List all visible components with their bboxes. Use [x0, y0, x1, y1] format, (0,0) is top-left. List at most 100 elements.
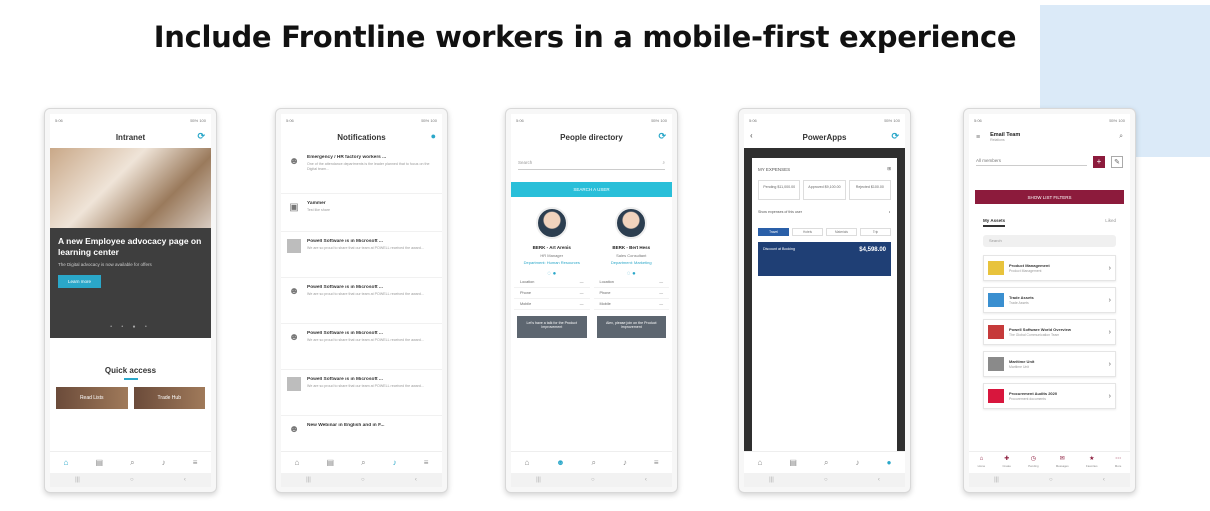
home-button-icon[interactable]: ○ — [1049, 477, 1053, 483]
news-icon[interactable]: ▤ — [789, 458, 797, 467]
back-icon[interactable]: ‹ — [1103, 477, 1105, 483]
phone-screen: 5:06 55% 100 ‹ PowerApps ⟳ MY EXPENSES ⊞… — [744, 114, 905, 487]
tab-my-assets[interactable]: My Assets — [983, 218, 1006, 227]
notification-item[interactable]: ▣ Yammer Test like share — [281, 194, 442, 232]
home-button-icon[interactable]: ○ — [361, 477, 365, 483]
info-label: Location — [599, 280, 614, 284]
back-icon[interactable]: ‹ — [878, 477, 880, 483]
hero-title: A new Employee advocacy page on learning… — [58, 236, 202, 257]
tab-trip[interactable]: Trip — [860, 228, 891, 236]
tab-liked[interactable]: Liked — [1105, 218, 1116, 227]
people-icon[interactable]: ☻ — [556, 458, 564, 467]
back-arrow-icon[interactable]: ‹ — [750, 131, 753, 140]
search-icon[interactable]: ⌕ — [592, 458, 596, 468]
list-item[interactable]: Product Management Product Management › — [983, 255, 1116, 281]
home-icon[interactable]: ⌂ — [758, 458, 763, 467]
notification-item[interactable]: ☻ Powell Software is in Microsoft ... We… — [281, 324, 442, 370]
person-department[interactable]: Department: Marketing — [594, 260, 670, 265]
menu-icon[interactable]: ≡ — [424, 458, 429, 467]
refresh-icon[interactable]: ⟳ — [197, 131, 205, 142]
notifications-icon[interactable]: ♪ — [856, 458, 860, 467]
nav-create[interactable]: ✚ Create — [1003, 456, 1011, 470]
back-icon[interactable]: ‹ — [415, 477, 417, 483]
quick-access-tile[interactable]: Read Lists — [56, 387, 128, 409]
search-icon[interactable]: ⌕ — [361, 458, 365, 468]
refresh-icon[interactable]: ⟳ — [891, 131, 899, 142]
tab-travel[interactable]: Travel — [758, 228, 789, 236]
notification-item[interactable]: Powell Software is in Microsoft ... We a… — [281, 232, 442, 278]
apps-icon[interactable]: ● — [887, 458, 892, 467]
quick-access-tile[interactable]: Trade Hub — [133, 387, 205, 409]
filter-row[interactable]: Show expenses of this user ◐ — [752, 204, 897, 218]
nav-more[interactable]: ⋯ More — [1115, 456, 1121, 470]
news-carousel[interactable]: A new Employee advocacy page on learning… — [50, 148, 211, 338]
show-list-filters-button[interactable]: SHOW LIST FILTERS — [975, 190, 1124, 204]
filter-input[interactable]: Search — [983, 235, 1116, 247]
edit-icon[interactable]: ✎ — [1111, 156, 1123, 168]
nav-home[interactable]: ⌂ Home — [978, 456, 985, 470]
toggle-icon[interactable]: ◐ — [889, 210, 891, 214]
search-icon[interactable]: ⌕ — [824, 458, 828, 468]
search-user-button[interactable]: SEARCH A USER — [511, 182, 672, 197]
back-icon[interactable]: ‹ — [645, 477, 647, 483]
learn-more-button[interactable]: Learn more — [58, 275, 102, 288]
menu-icon[interactable]: ≡ — [193, 458, 198, 467]
list-item[interactable]: Trade Assets Trade Assets › — [983, 287, 1116, 313]
info-value: — — [579, 291, 584, 295]
mail-icon[interactable]: ● — [553, 271, 557, 277]
news-icon[interactable]: ▤ — [326, 458, 334, 467]
recent-apps-icon[interactable]: ||| — [769, 477, 774, 483]
recent-apps-icon[interactable]: ||| — [536, 477, 541, 483]
home-icon[interactable]: ⌂ — [64, 458, 69, 467]
home-button-icon[interactable]: ○ — [130, 477, 134, 483]
quick-access-tiles: Read Lists Trade Hub — [50, 387, 211, 409]
home-icon[interactable]: ⌂ — [524, 458, 529, 467]
notification-item[interactable]: Powell Software is in Microsoft ... We a… — [281, 370, 442, 416]
menu-icon[interactable]: ≡ — [654, 458, 659, 467]
list-item[interactable]: Maritime Unit Maritime Unit › — [983, 351, 1116, 377]
add-button[interactable]: + — [1093, 156, 1105, 168]
person-card[interactable]: BERK - Art Arenis HR Manager Department:… — [514, 207, 590, 338]
settings-icon[interactable]: ● — [431, 131, 436, 141]
home-icon[interactable]: ⌂ — [295, 458, 300, 467]
system-nav-bar: ||| ○ ‹ — [281, 473, 442, 487]
notification-title: Powell Software is in Microsoft ... — [307, 331, 383, 336]
search-icon[interactable]: ⌕ — [130, 458, 134, 468]
carousel-dots[interactable]: • • ● • — [50, 324, 211, 330]
person-department[interactable]: Department: Human Resources — [514, 260, 590, 265]
item-thumbnail — [988, 389, 1004, 403]
members-dropdown[interactable]: All members — [976, 158, 1087, 166]
home-button-icon[interactable]: ○ — [591, 477, 595, 483]
search-input[interactable]: Search ⌕ — [518, 156, 665, 170]
recent-apps-icon[interactable]: ||| — [306, 477, 311, 483]
notifications-icon[interactable]: ♪ — [162, 458, 166, 467]
bottom-nav: ⌂ ▤ ⌕ ♪ ● — [744, 451, 905, 473]
chat-icon[interactable]: ◌ — [547, 271, 551, 277]
tab-materials[interactable]: Materials — [826, 228, 857, 236]
nav-messages[interactable]: ✉ Messages — [1056, 456, 1069, 470]
nav-pending[interactable]: ◷ Pending — [1028, 456, 1038, 470]
notifications-icon[interactable]: ♪ — [623, 458, 627, 467]
notification-item[interactable]: ☻ Emergency / HR factory workers ... One… — [281, 148, 442, 194]
list-item[interactable]: Procurement Audits 2020 Procurement docu… — [983, 383, 1116, 409]
search-icon[interactable]: ⌕ — [1119, 133, 1123, 141]
list-item[interactable]: Powell Software World Overview The Globa… — [983, 319, 1116, 345]
add-icon[interactable]: ⊞ — [887, 166, 891, 172]
person-card[interactable]: BERK - Bert Hess Sales Consultant Depart… — [593, 207, 670, 338]
expense-card[interactable]: Discount at Booking $4,598.00 — [758, 242, 891, 276]
refresh-icon[interactable]: ⟳ — [658, 131, 666, 142]
recent-apps-icon[interactable]: ||| — [75, 477, 80, 483]
nav-favorites[interactable]: ★ Favorites — [1086, 456, 1098, 470]
chevron-right-icon: › — [1108, 296, 1111, 304]
notification-item[interactable]: ☻ Powell Software is in Microsoft ... We… — [281, 278, 442, 324]
news-icon[interactable]: ▤ — [95, 458, 103, 467]
tab-hotels[interactable]: Hotels — [792, 228, 823, 236]
back-icon[interactable]: ‹ — [184, 477, 186, 483]
recent-apps-icon[interactable]: ||| — [994, 477, 999, 483]
chat-icon[interactable]: ◌ — [627, 271, 631, 277]
system-nav-bar: ||| ○ ‹ — [50, 473, 211, 487]
mail-icon[interactable]: ● — [632, 271, 636, 277]
notifications-icon[interactable]: ♪ — [393, 458, 397, 467]
summary-box: Pending $11,000.00 — [758, 180, 801, 200]
home-button-icon[interactable]: ○ — [824, 477, 828, 483]
